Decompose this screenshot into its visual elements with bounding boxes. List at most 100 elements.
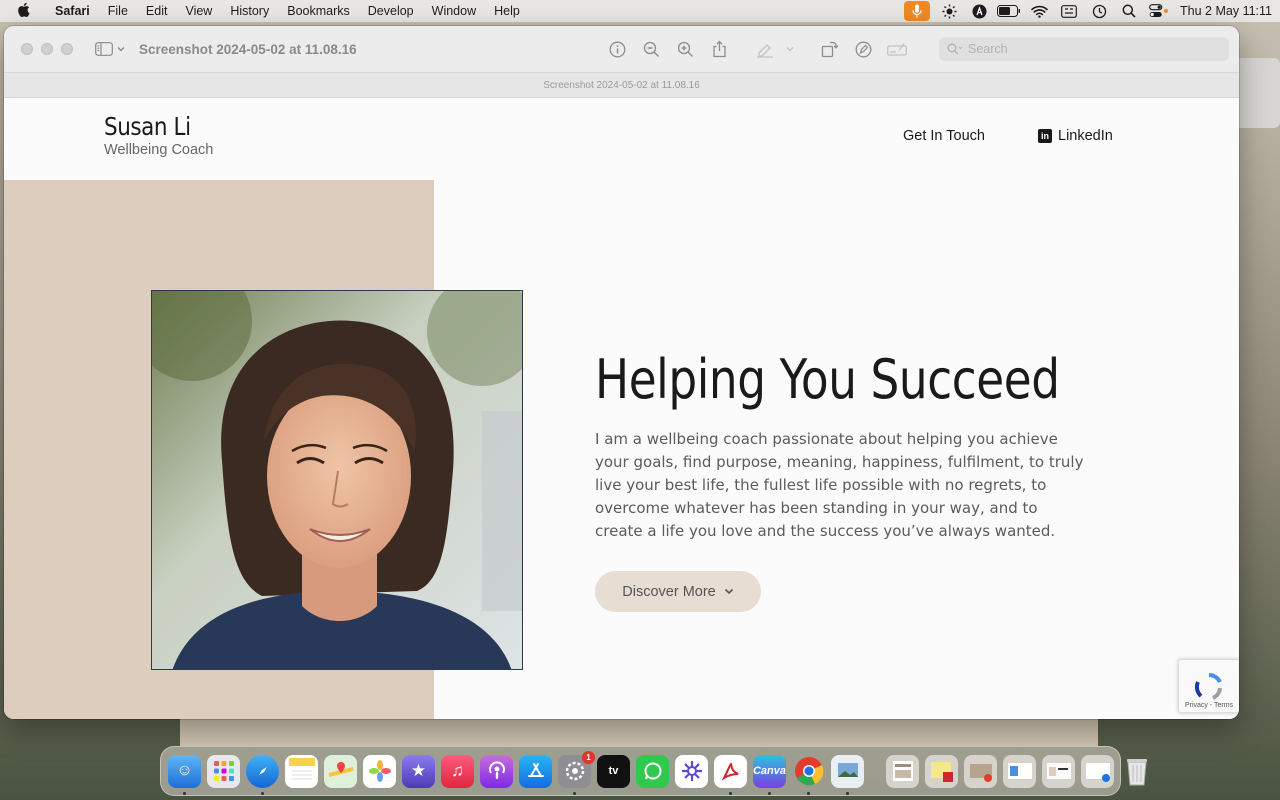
zoom-out-button[interactable]	[634, 35, 668, 63]
window-title: Screenshot 2024-05-02 at 11.08.16	[139, 41, 357, 57]
menu-edit[interactable]: Edit	[137, 4, 177, 18]
search-placeholder: Search	[968, 42, 1008, 56]
info-icon	[609, 41, 625, 57]
menu-develop[interactable]: Develop	[359, 4, 423, 18]
recent-folder-thumbnail[interactable]	[1081, 754, 1114, 788]
info-button[interactable]	[600, 35, 634, 63]
zoom-out-icon	[643, 41, 659, 57]
settings-update-badge: 1	[582, 750, 595, 764]
preview-icon[interactable]	[831, 754, 864, 795]
nav-get-in-touch[interactable]: Get In Touch	[903, 128, 985, 144]
document-tab-bar: Screenshot 2024-05-02 at 11.08.16	[4, 72, 1239, 98]
zoom-in-button[interactable]	[668, 35, 702, 63]
menu-bar-clock[interactable]: Thu 2 May 11:11	[1174, 4, 1280, 18]
control-center-icon[interactable]	[1144, 0, 1174, 22]
trash-icon[interactable]	[1120, 755, 1153, 788]
nav-linkedin[interactable]: in LinkedIn	[1038, 128, 1113, 144]
document-tab-title[interactable]: Screenshot 2024-05-02 at 11.08.16	[543, 80, 700, 91]
adobe-acrobat-icon[interactable]	[714, 754, 747, 795]
recent-pdf-thumbnail[interactable]	[925, 754, 958, 788]
podcasts-icon[interactable]	[480, 754, 513, 788]
website-screenshot: Susan Li Wellbeing Coach Get In Touch in…	[4, 98, 1239, 719]
launchpad-icon[interactable]	[207, 754, 240, 788]
site-brand[interactable]: Susan Li Wellbeing Coach	[104, 112, 213, 158]
brightness-icon[interactable]	[934, 0, 964, 22]
zoom-window-button[interactable]	[61, 43, 73, 55]
system-settings-icon[interactable]: 1	[558, 750, 595, 795]
menu-app-name[interactable]: Safari	[46, 4, 99, 18]
wifi-icon[interactable]	[1024, 0, 1054, 22]
chevron-down-icon	[117, 47, 125, 52]
discover-more-button[interactable]: Discover More	[595, 571, 761, 612]
menu-view[interactable]: View	[176, 4, 221, 18]
highlight-options-button[interactable]	[782, 35, 798, 63]
vpn-app-icon[interactable]	[964, 0, 994, 22]
rotate-button[interactable]	[812, 35, 846, 63]
imovie-icon[interactable]: ★	[402, 754, 435, 788]
menu-file[interactable]: File	[99, 4, 137, 18]
chevron-down-icon	[786, 47, 794, 52]
minimize-window-button[interactable]	[41, 43, 53, 55]
apple-menu-icon[interactable]	[0, 2, 46, 20]
recaptcha-icon	[1194, 672, 1222, 700]
safari-icon[interactable]	[246, 754, 279, 795]
rotate-icon	[821, 41, 838, 57]
canva-icon[interactable]: Canva	[752, 754, 787, 795]
share-icon	[712, 40, 726, 58]
recent-image-thumbnail[interactable]	[964, 754, 997, 788]
recaptcha-badge[interactable]: Privacy - Terms	[1178, 659, 1239, 713]
markup-button[interactable]	[846, 35, 880, 63]
window-controls	[21, 43, 73, 55]
menu-bookmarks[interactable]: Bookmarks	[278, 4, 359, 18]
highlight-button[interactable]	[748, 35, 782, 63]
markup-pen-icon	[855, 41, 871, 57]
apple-tv-icon[interactable]: tv	[597, 754, 630, 788]
spotlight-search-icon[interactable]	[1114, 0, 1144, 22]
chevron-down-icon	[724, 588, 733, 595]
coach-portrait-photo	[151, 290, 523, 670]
search-field[interactable]: Search	[939, 37, 1229, 61]
microphone-in-use-icon[interactable]	[904, 1, 931, 21]
menu-help[interactable]: Help	[485, 4, 529, 18]
menu-bar: Safari File Edit View History Bookmarks …	[0, 0, 1280, 22]
discover-more-label: Discover More	[622, 583, 716, 600]
sidebar-toggle-button[interactable]	[95, 42, 125, 56]
search-icon	[947, 43, 963, 55]
photos-icon[interactable]	[363, 754, 396, 788]
preview-window: Screenshot 2024-05-02 at 11.08.16 Search…	[4, 26, 1239, 719]
perplexity-icon[interactable]	[675, 754, 708, 788]
keyboard-input-icon[interactable]	[1054, 0, 1084, 22]
canva-label: Canva	[752, 765, 787, 777]
menu-window[interactable]: Window	[423, 4, 485, 18]
recent-screenshot-thumbnail[interactable]	[1003, 754, 1036, 788]
zoom-in-icon	[677, 41, 693, 57]
nav-get-in-touch-label: Get In Touch	[903, 128, 985, 144]
hero-headline: Helping You Succeed	[595, 348, 1060, 411]
sidebar-icon	[95, 42, 113, 56]
notes-icon[interactable]	[285, 754, 318, 788]
toolbar-tools	[600, 26, 914, 72]
recent-website-thumbnail[interactable]	[1042, 754, 1075, 788]
whatsapp-icon[interactable]	[636, 754, 669, 788]
maps-icon[interactable]	[324, 754, 357, 788]
recent-document-thumbnail[interactable]	[886, 754, 919, 788]
app-store-icon[interactable]	[519, 754, 552, 788]
form-filling-button[interactable]	[880, 35, 914, 63]
nav-linkedin-label: LinkedIn	[1058, 128, 1113, 144]
chrome-icon[interactable]	[792, 755, 825, 795]
finder-icon[interactable]: ☺	[168, 754, 201, 795]
time-machine-icon[interactable]	[1084, 0, 1114, 22]
form-fill-icon	[887, 43, 907, 56]
apple-tv-label: tv	[608, 765, 619, 777]
window-toolbar: Screenshot 2024-05-02 at 11.08.16 Search	[4, 26, 1239, 72]
menu-history[interactable]: History	[221, 4, 278, 18]
music-icon[interactable]: ♫	[441, 754, 474, 788]
brand-name: Susan Li	[104, 112, 191, 141]
dock: ☺ ★ ♫ 1 tv Canva	[160, 746, 1147, 796]
recaptcha-terms[interactable]: Privacy - Terms	[1185, 702, 1233, 709]
close-window-button[interactable]	[21, 43, 33, 55]
brand-tagline: Wellbeing Coach	[104, 142, 214, 158]
battery-icon[interactable]	[994, 0, 1024, 22]
linkedin-icon: in	[1038, 129, 1052, 143]
share-button[interactable]	[702, 35, 736, 63]
